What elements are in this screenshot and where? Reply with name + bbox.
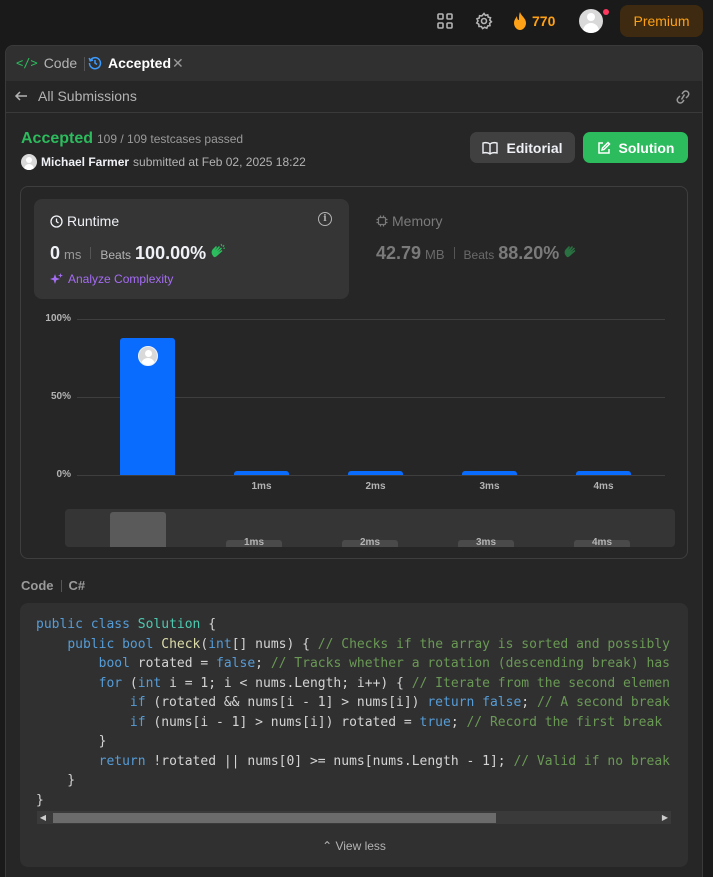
divider — [90, 247, 92, 259]
tab-code[interactable]: </> Code — [16, 55, 77, 71]
x-tick-label: 1ms — [251, 481, 272, 492]
memory-beats-value: 88.20% — [498, 243, 560, 263]
divider — [60, 579, 62, 592]
link-icon[interactable] — [674, 89, 692, 105]
memory-number: 42.79 — [376, 243, 422, 263]
runtime-number: 0 — [50, 243, 61, 263]
scrollbar-thumb[interactable] — [53, 813, 496, 823]
all-submissions-link[interactable]: All Submissions — [14, 88, 137, 104]
navigator-label: 3ms — [475, 537, 496, 547]
x-tick-label: 2ms — [365, 481, 386, 492]
sparkle-icon — [50, 272, 63, 284]
tab-divider — [84, 57, 85, 71]
close-icon[interactable]: ✕ — [172, 55, 184, 72]
analyze-complexity-label: Analyze Complexity — [68, 272, 174, 286]
book-icon — [482, 141, 499, 155]
tab-code-label: Code — [43, 55, 78, 71]
solution-label: Solution — [618, 139, 675, 156]
code-viewer[interactable]: public class Solution { public bool Chec… — [20, 603, 688, 867]
code-label: Code — [21, 578, 54, 593]
chart-bar[interactable] — [234, 471, 289, 475]
chart-range-navigator[interactable]: 1ms 2ms 3ms 4ms — [65, 509, 675, 547]
memory-label: Memory — [392, 213, 443, 229]
avatar[interactable] — [579, 9, 603, 33]
layout-icon[interactable] — [436, 12, 454, 30]
clap-icon — [564, 246, 576, 258]
view-less-button[interactable]: ⌃ View less — [20, 839, 688, 853]
fire-icon — [514, 12, 526, 30]
runtime-unit: ms — [64, 247, 82, 262]
all-submissions-label: All Submissions — [38, 88, 137, 104]
tab-accepted[interactable]: Accepted — [88, 55, 171, 71]
runtime-card[interactable]: Runtime i 0 ms Beats 100.00% Analyze Com… — [34, 199, 349, 299]
navigator-label: 4ms — [591, 537, 612, 547]
analyze-complexity-button[interactable]: Analyze Complexity — [50, 272, 173, 286]
solution-button[interactable]: Solution — [583, 132, 688, 163]
chart-bar[interactable] — [348, 471, 403, 475]
chart-bar[interactable] — [576, 471, 631, 475]
x-tick-label: 3ms — [479, 481, 500, 492]
gridline — [77, 475, 665, 476]
runtime-value: 0 ms Beats 100.00% — [50, 243, 226, 264]
submission-meta: Michael Farmer submitted at Feb 02, 2025… — [21, 154, 306, 170]
submission-subbar: All Submissions — [6, 81, 702, 113]
top-bar: 770 Premium — [0, 0, 713, 42]
performance-stats: Runtime i 0 ms Beats 100.00% Analyze Com… — [20, 186, 688, 559]
memory-title[interactable]: Memory — [376, 213, 443, 229]
code-content[interactable]: public class Solution { public bool Chec… — [36, 615, 672, 810]
tab-bar: </> Code Accepted ✕ — [6, 46, 702, 81]
arrow-left-icon — [14, 91, 27, 101]
author-name[interactable]: Michael Farmer — [41, 155, 129, 169]
runtime-title: Runtime — [50, 213, 119, 229]
y-tick-label: 50% — [50, 391, 71, 402]
author-avatar[interactable] — [21, 154, 37, 170]
runtime-beats-value: 100.00% — [135, 243, 207, 263]
your-submission-avatar — [137, 345, 158, 366]
gridline — [77, 319, 665, 320]
horizontal-scrollbar[interactable]: ◀ ▶ — [37, 811, 671, 824]
notification-dot — [603, 9, 609, 15]
streak-counter[interactable]: 770 — [513, 12, 555, 30]
navigator-selection[interactable] — [110, 512, 166, 547]
view-less-label: View less — [335, 839, 386, 853]
submission-status: Accepted — [21, 130, 94, 147]
premium-button[interactable]: Premium — [620, 5, 703, 37]
runtime-label: Runtime — [67, 213, 120, 229]
code-icon: </> — [16, 56, 38, 70]
y-tick-label: 100% — [45, 313, 71, 324]
runtime-beats-label: Beats — [100, 248, 132, 262]
code-language: C# — [68, 578, 86, 593]
chart-bar[interactable] — [462, 471, 517, 475]
gear-icon[interactable] — [475, 12, 493, 30]
scroll-right-icon[interactable]: ▶ — [659, 811, 671, 824]
code-header: Code C# — [21, 578, 85, 593]
runtime-distribution-chart: 100% 50% 0% 1ms 2ms 3ms 4ms — [21, 307, 689, 507]
memory-value[interactable]: 42.79 MB Beats 88.20% — [376, 243, 579, 264]
navigator-label: 1ms — [243, 537, 264, 547]
memory-unit: MB — [425, 247, 445, 262]
divider — [453, 247, 455, 259]
scroll-left-icon[interactable]: ◀ — [37, 811, 49, 824]
editorial-label: Editorial — [506, 139, 563, 156]
x-tick-label: 4ms — [593, 481, 614, 492]
submitted-at: submitted at Feb 02, 2025 18:22 — [133, 155, 306, 169]
tab-accepted-label: Accepted — [108, 55, 172, 71]
edit-icon — [597, 140, 611, 154]
testcases-passed: 109 / 109 testcases passed — [97, 132, 244, 146]
navigator-label: 2ms — [359, 537, 380, 547]
chip-icon — [376, 215, 388, 227]
clap-icon — [211, 243, 226, 258]
memory-beats-label: Beats — [463, 248, 495, 262]
streak-count: 770 — [532, 13, 556, 29]
history-icon — [88, 56, 102, 70]
submission-panel: </> Code Accepted ✕ All Submissions Acce… — [5, 45, 703, 877]
y-tick-label: 0% — [56, 469, 71, 480]
clock-icon — [50, 214, 63, 228]
chevrons-up-icon: ⌃ — [322, 839, 333, 853]
info-icon[interactable]: i — [318, 212, 332, 226]
editorial-button[interactable]: Editorial — [470, 132, 575, 163]
